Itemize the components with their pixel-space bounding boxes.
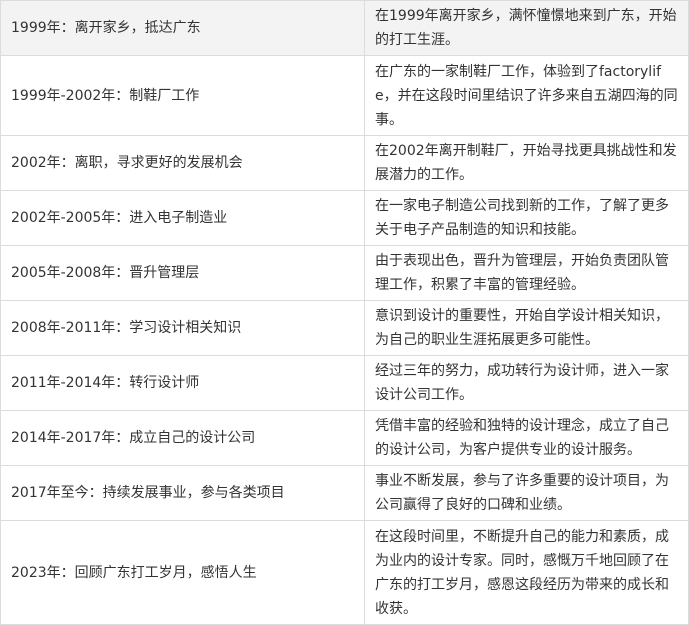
table-row: 1999年：离开家乡，抵达广东 在1999年离开家乡，满怀憧憬地来到广东，开始的… [0,0,689,56]
period-cell: 2008年-2011年：学习设计相关知识 [0,300,365,356]
detail-cell: 经过三年的努力，成功转行为设计师，进入一家设计公司工作。 [364,355,689,411]
period-cell: 2014年-2017年：成立自己的设计公司 [0,410,365,466]
period-cell: 2023年：回顾广东打工岁月，感悟人生 [0,520,365,625]
detail-cell: 在2002年离开制鞋厂，开始寻找更具挑战性和发展潜力的工作。 [364,135,689,191]
detail-cell: 事业不断发展，参与了许多重要的设计项目，为公司赢得了良好的口碑和业绩。 [364,465,689,521]
detail-cell: 在1999年离开家乡，满怀憧憬地来到广东，开始的打工生涯。 [364,0,689,56]
table-row: 1999年-2002年：制鞋厂工作 在广东的一家制鞋厂工作，体验到了factor… [0,55,689,136]
detail-cell: 凭借丰富的经验和独特的设计理念，成立了自己的设计公司，为客户提供专业的设计服务。 [364,410,689,466]
detail-cell: 在广东的一家制鞋厂工作，体验到了factorylife，并在这段时间里结识了许多… [364,55,689,136]
period-cell: 2011年-2014年：转行设计师 [0,355,365,411]
table-row: 2011年-2014年：转行设计师 经过三年的努力，成功转行为设计师，进入一家设… [0,355,689,411]
detail-cell: 在这段时间里，不断提升自己的能力和素质，成为业内的设计专家。同时，感慨万千地回顾… [364,520,689,625]
period-cell: 1999年-2002年：制鞋厂工作 [0,55,365,136]
timeline-table: 1999年：离开家乡，抵达广东 在1999年离开家乡，满怀憧憬地来到广东，开始的… [0,0,689,625]
detail-cell: 在一家电子制造公司找到新的工作，了解了更多关于电子产品制造的知识和技能。 [364,190,689,246]
table-row: 2023年：回顾广东打工岁月，感悟人生 在这段时间里，不断提升自己的能力和素质，… [0,520,689,625]
table-row: 2002年：离职，寻求更好的发展机会 在2002年离开制鞋厂，开始寻找更具挑战性… [0,135,689,191]
table-row: 2017年至今：持续发展事业，参与各类项目 事业不断发展，参与了许多重要的设计项… [0,465,689,521]
period-cell: 2017年至今：持续发展事业，参与各类项目 [0,465,365,521]
period-cell: 1999年：离开家乡，抵达广东 [0,0,365,56]
period-cell: 2002年：离职，寻求更好的发展机会 [0,135,365,191]
table-row: 2008年-2011年：学习设计相关知识 意识到设计的重要性，开始自学设计相关知… [0,300,689,356]
detail-cell: 意识到设计的重要性，开始自学设计相关知识，为自己的职业生涯拓展更多可能性。 [364,300,689,356]
table-row: 2005年-2008年：晋升管理层 由于表现出色，晋升为管理层，开始负责团队管理… [0,245,689,301]
detail-cell: 由于表现出色，晋升为管理层，开始负责团队管理工作，积累了丰富的管理经验。 [364,245,689,301]
period-cell: 2002年-2005年：进入电子制造业 [0,190,365,246]
period-cell: 2005年-2008年：晋升管理层 [0,245,365,301]
table-row: 2014年-2017年：成立自己的设计公司 凭借丰富的经验和独特的设计理念，成立… [0,410,689,466]
table-row: 2002年-2005年：进入电子制造业 在一家电子制造公司找到新的工作，了解了更… [0,190,689,246]
